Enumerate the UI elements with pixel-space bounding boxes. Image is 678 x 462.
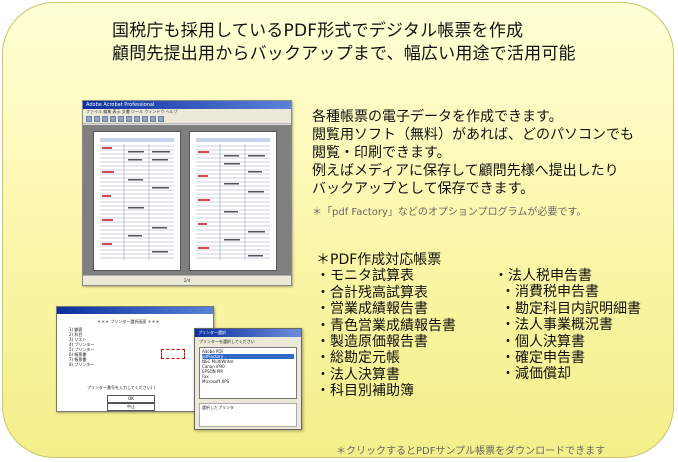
viewer-title-bar: Adobe Acrobat Professional bbox=[83, 101, 291, 109]
printer-select-caption: プリンターを選択してください bbox=[199, 339, 255, 344]
printer-select-screenshot[interactable]: プリンター選択 プリンターを選択してください Adobe PDF pdfFact… bbox=[194, 328, 302, 430]
print-dialog-screenshot[interactable]: ＊＊＊ プリンター選択画面 ＊＊＊ 1) 顧客 2) 科目 3) リスト 4) … bbox=[56, 306, 214, 412]
print-dialog-title-bar bbox=[57, 307, 213, 314]
print-dialog-rows: 1) 顧客 2) 科目 3) リスト 4) プリンター 5) プリンター 6) … bbox=[69, 327, 94, 367]
headline-line-1: 国税庁も採用しているPDF形式でデジタル帳票を作成 bbox=[112, 21, 524, 41]
printer-info-label: 選択したプリンタ bbox=[202, 405, 234, 410]
supported-reports-left: ＊PDF作成対応帳票 ・モニタ試算表 ・合計残高試算表 ・営業成績報告書 ・青色… bbox=[316, 252, 456, 400]
printer-option[interactable]: Microsoft XPS bbox=[202, 379, 294, 384]
option-program-footnote: ＊「pdf Factory」などのオプションプログラムが必要です。 bbox=[312, 207, 587, 218]
printer-select-title: プリンター選択 bbox=[195, 329, 301, 337]
description-line-3: 閲覧・印刷できます。 bbox=[312, 145, 451, 161]
print-dialog-row[interactable]: 8) プリンター bbox=[69, 362, 94, 367]
pdf-page-left bbox=[93, 131, 181, 271]
report-item: ・科目別補助簿 bbox=[316, 383, 414, 400]
download-sample-note[interactable]: ＊クリックするとPDFサンプル帳票をダウンロードできます bbox=[336, 442, 605, 457]
viewer-toolbar bbox=[83, 115, 291, 124]
report-item: ・減価償却 bbox=[501, 366, 571, 383]
report-item: ・法人事業概況書 bbox=[501, 317, 613, 334]
cancel-button[interactable]: 中止 bbox=[107, 403, 155, 411]
report-item: ・総勘定元帳 bbox=[316, 350, 400, 367]
description-line-2: 閲覧用ソフト（無料）があれば、どのパソコンでも bbox=[312, 127, 634, 143]
report-item: ・モニタ試算表 bbox=[316, 268, 414, 285]
description-line-1: 各種帳票の電子データを作成できます。 bbox=[312, 109, 563, 125]
report-item: ・合計残高試算表 bbox=[316, 284, 428, 301]
description-line-5: バックアップとして保存できます。 bbox=[312, 181, 535, 197]
report-item: ・法人決算書 bbox=[316, 366, 400, 383]
print-dialog-prompt: プリンター番号を入力してください( ) bbox=[87, 385, 156, 390]
highlighted-printer-box bbox=[161, 349, 185, 359]
viewer-document-area bbox=[83, 125, 291, 275]
ledger-table-right bbox=[196, 138, 270, 260]
report-item: ・個人決算書 bbox=[501, 333, 585, 350]
print-dialog-header: ＊＊＊ プリンター選択画面 ＊＊＊ bbox=[97, 319, 160, 324]
report-item: ・確定申告書 bbox=[501, 349, 585, 366]
printer-list[interactable]: Adobe PDF pdfFactory NEC MultiWriter Can… bbox=[199, 347, 297, 399]
ok-button[interactable]: OK bbox=[107, 395, 155, 403]
report-item: ・勘定科目内訳明細書 bbox=[501, 300, 641, 317]
ledger-table-left bbox=[100, 138, 174, 260]
viewer-page-indicator[interactable]: 2/4 bbox=[83, 275, 291, 285]
report-item: ・法人税申告書 bbox=[494, 268, 592, 284]
report-item: ・消費税申告書 bbox=[501, 284, 599, 301]
description-line-4: 例えばメディアに保存して顧問先様へ提出したり bbox=[312, 163, 619, 179]
supported-reports-right: ・法人税申告書 ・消費税申告書 ・勘定科目内訳明細書 ・法人事業概況書 ・個人決… bbox=[494, 268, 641, 383]
report-item: ・青色営業成績報告書 bbox=[316, 317, 456, 334]
pdf-page-right bbox=[189, 131, 277, 271]
printer-info-panel: 選択したプリンタ bbox=[199, 403, 297, 427]
report-item: ・営業成績報告書 bbox=[316, 301, 428, 318]
supported-reports-heading: ＊PDF作成対応帳票 bbox=[316, 252, 442, 268]
pdf-viewer-screenshot[interactable]: Adobe Acrobat Professional ファイル 編集 表示 文書… bbox=[82, 100, 292, 286]
report-item: ・製造原価報告書 bbox=[316, 333, 428, 350]
headline-line-2: 顧問先提出用からバックアップまで、幅広い用途で活用可能 bbox=[112, 44, 576, 64]
